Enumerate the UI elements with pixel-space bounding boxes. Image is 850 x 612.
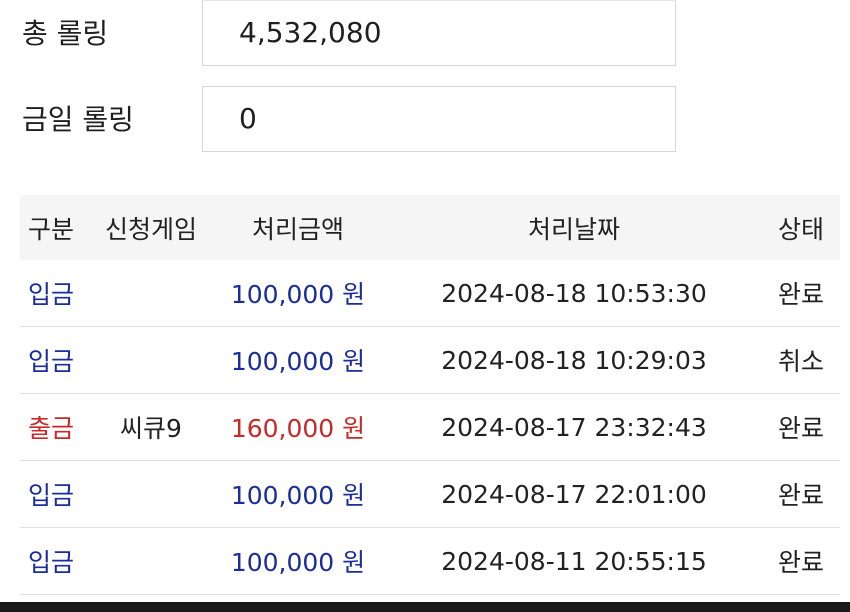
row-status: 완료 [762,393,840,461]
row-type: 출금 [20,393,92,461]
row-game: 씨큐9 [92,393,210,461]
row-date: 2024-08-17 22:01:00 [386,460,762,528]
table-row[interactable]: 입금 100,000 원 2024-08-18 10:53:30 완료 [20,260,840,327]
header-type: 구분 [20,195,92,260]
row-amount: 100,000 원 [210,260,386,327]
row-status: 완료 [762,527,840,595]
table-row[interactable]: 출금 씨큐9 160,000 원 2024-08-17 23:32:43 완료 [20,393,840,461]
row-status: 완료 [762,460,840,528]
table-row[interactable]: 입금 100,000 원 2024-08-11 20:55:15 완료 [20,527,840,595]
row-game [92,527,210,595]
header-date: 처리날짜 [386,195,762,260]
total-rolling-row: 총 롤링 4,532,080 [0,0,850,68]
today-rolling-label: 금일 롤링 [22,103,134,136]
table-row[interactable]: 입금 100,000 원 2024-08-17 22:01:00 완료 [20,460,840,528]
header-amount: 처리금액 [210,195,386,260]
total-rolling-value: 4,532,080 [202,0,676,66]
total-rolling-label: 총 롤링 [22,17,109,50]
header-game: 신청게임 [92,195,210,260]
row-amount: 100,000 원 [210,326,386,394]
table-row[interactable]: 입금 100,000 원 2024-08-18 10:29:03 취소 [20,326,840,394]
header-row: 구분 신청게임 처리금액 처리날짜 상태 [20,195,840,260]
row-type: 입금 [20,460,92,528]
table-header: 구분 신청게임 처리금액 처리날짜 상태 [20,195,840,260]
row-type: 입금 [20,260,92,327]
today-rolling-value: 0 [202,86,676,152]
table-body: 입금 100,000 원 2024-08-18 10:53:30 완료 입금 1… [20,260,840,595]
row-amount: 100,000 원 [210,460,386,528]
row-amount: 160,000 원 [210,393,386,461]
row-date: 2024-08-11 20:55:15 [386,527,762,595]
header-status: 상태 [762,195,840,260]
row-status: 완료 [762,260,840,327]
row-date: 2024-08-18 10:53:30 [386,260,762,327]
row-date: 2024-08-17 23:32:43 [386,393,762,461]
rolling-history-page: 총 롤링 4,532,080 금일 롤링 0 구분 신청게임 처리금액 처리날짜… [0,0,850,612]
bottom-edge-bar [0,602,850,612]
row-date: 2024-08-18 10:29:03 [386,326,762,394]
row-type: 입금 [20,527,92,595]
today-rolling-row: 금일 롤링 0 [0,86,850,154]
row-status: 취소 [762,326,840,394]
row-game [92,260,210,327]
row-amount: 100,000 원 [210,527,386,595]
transaction-table: 구분 신청게임 처리금액 처리날짜 상태 입금 100,000 원 2024-0… [20,195,840,595]
row-game [92,460,210,528]
row-type: 입금 [20,326,92,394]
row-game [92,326,210,394]
